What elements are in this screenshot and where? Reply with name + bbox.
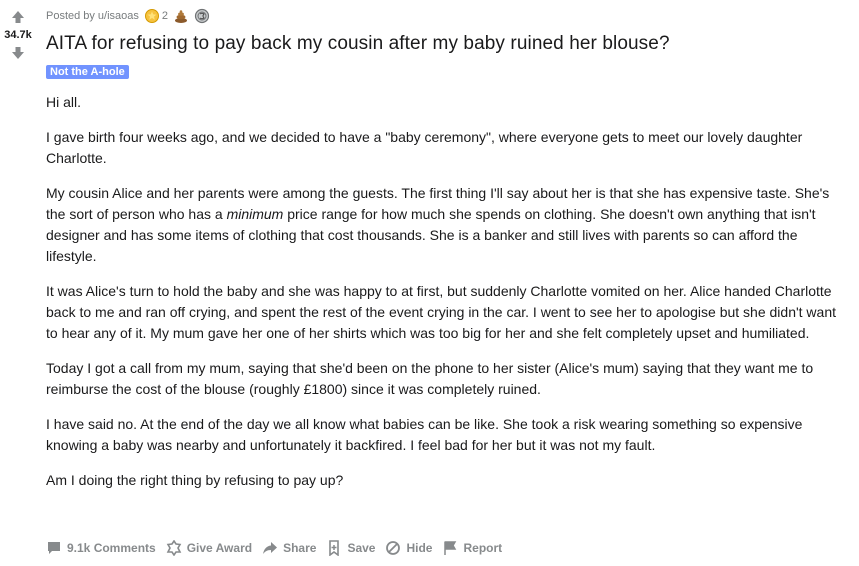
save-button[interactable]: Save: [326, 540, 375, 556]
comment-icon: [48, 542, 60, 554]
hide-button[interactable]: Hide: [385, 540, 432, 556]
award-icon: [166, 540, 181, 556]
paragraph-2: I gave birth four weeks ago, and we deci…: [46, 129, 803, 166]
award-gold[interactable]: 2: [144, 8, 168, 24]
vote-column: 34.7k: [0, 8, 36, 62]
paragraph-4: It was Alice's turn to hold the baby and…: [46, 283, 837, 341]
flag-icon: [444, 541, 457, 555]
vote-count: 34.7k: [4, 29, 32, 41]
save-label: Save: [347, 541, 376, 555]
post-flair[interactable]: Not the A-hole: [46, 65, 129, 79]
bookmark-icon: [329, 540, 340, 556]
give-award-button[interactable]: Give Award: [166, 540, 252, 556]
award-silver[interactable]: [194, 8, 210, 24]
paragraph-5: Today I got a call from my mum, saying t…: [46, 360, 814, 397]
gold-award-icon: [144, 9, 159, 23]
post-actions-bar: 9.1k Comments Give Award Share Save Hide…: [46, 540, 512, 556]
hide-icon: [386, 541, 401, 555]
award-poop[interactable]: [173, 8, 189, 24]
paragraph-3-emphasis: minimum: [226, 206, 284, 222]
author-link[interactable]: u/isaoas: [98, 10, 139, 22]
downvote-icon[interactable]: [9, 44, 27, 62]
paragraph-7: Am I doing the right thing by refusing t…: [46, 472, 344, 488]
give-award-label: Give Award: [186, 541, 253, 555]
comments-label: 9.1k Comments: [67, 541, 156, 555]
share-button[interactable]: Share: [262, 540, 316, 556]
paragraph-1: Hi all.: [46, 94, 82, 110]
poop-award-icon: [175, 10, 188, 23]
share-icon: [263, 542, 278, 554]
hide-label: Hide: [406, 541, 433, 555]
post-title[interactable]: AITA for refusing to pay back my cousin …: [46, 32, 849, 56]
post-body: Hi all. I gave birth four weeks ago, and…: [46, 92, 849, 491]
report-button[interactable]: Report: [442, 540, 502, 556]
comments-button[interactable]: 9.1k Comments: [46, 540, 156, 556]
upvote-icon[interactable]: [9, 8, 27, 26]
share-label: Share: [283, 541, 317, 555]
award-gold-count: 2: [161, 10, 169, 22]
paragraph-6: I have said no. At the end of the day we…: [46, 416, 803, 453]
report-label: Report: [463, 541, 503, 555]
post-meta: Posted by u/isaoas 2: [46, 6, 849, 26]
post-content: Posted by u/isaoas 2 AITA for refusing t…: [46, 6, 849, 505]
paragraph-3: My cousin Alice and her parents were amo…: [46, 183, 849, 267]
silver-award-icon: [194, 8, 210, 24]
posted-by-label: Posted by: [46, 10, 95, 22]
